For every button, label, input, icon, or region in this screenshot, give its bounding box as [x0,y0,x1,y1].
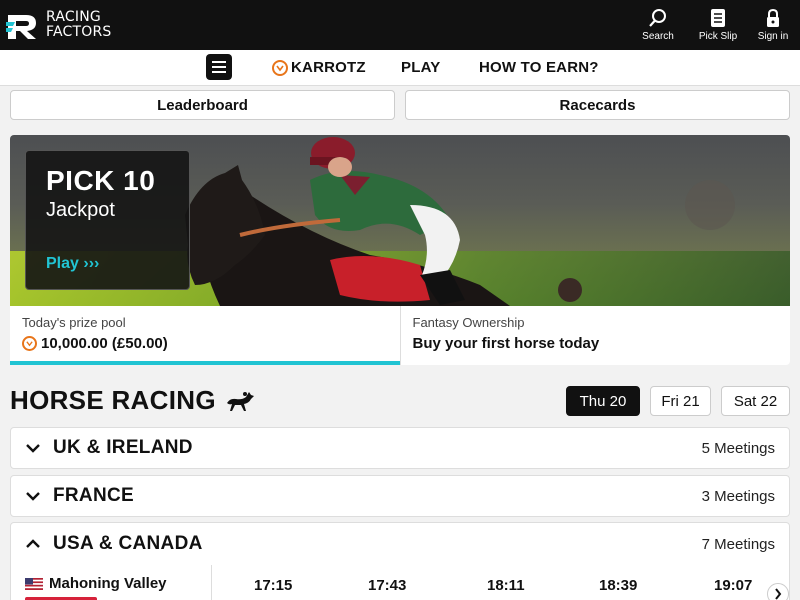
racecards-button[interactable]: Racecards [405,90,790,120]
region-name: FRANCE [53,485,134,506]
pick10-play-link[interactable]: Play ››› [46,255,99,273]
menu-bar [212,61,226,63]
chevron-down-icon [26,492,40,501]
race-time[interactable]: 18:39 [599,577,637,594]
meeting-row: Mahoning Valley 17:15 17:43 18:11 18:39 … [10,565,790,600]
scroll-right-button[interactable] [767,583,789,600]
meeting-name: Mahoning Valley [49,575,167,592]
region-name: UK & IRELAND [53,437,193,458]
chevron-down-icon [26,444,40,453]
prize-pool-row: Today's prize pool 10,000.00 (£50.00) Fa… [10,306,790,365]
pick-slip-button[interactable]: Pick Slip [690,0,746,50]
pick10-card[interactable]: PICK 10 Jackpot Play ››› [25,150,190,290]
search-button[interactable]: Search [626,0,690,50]
karrotz-link[interactable]: KARROTZ [272,59,366,76]
fantasy-ownership-label: Fantasy Ownership [412,315,525,330]
horse-racing-heading: HORSE RACING [10,385,256,416]
region-name: USA & CANADA [53,533,203,554]
search-icon [649,9,666,27]
menu-bar [212,66,226,68]
secondary-nav: KARROTZ PLAY HOW TO EARN? [0,50,800,86]
race-time[interactable]: 19:07 [714,577,752,594]
prize-pool-label: Today's prize pool [22,315,126,330]
divider [211,565,212,600]
top-nav: Search Pick Slip Sign in [626,0,800,50]
prize-progress-bar [10,361,400,365]
pick10-title: PICK 10 [46,165,156,196]
racehorse-icon [226,391,254,411]
us-flag-icon [25,577,43,590]
region-uk-ireland[interactable]: UK & IRELAND 5 Meetings [10,427,790,469]
prize-pool-cell[interactable]: Today's prize pool 10,000.00 (£50.00) [10,306,400,365]
region-meeting-count: 5 Meetings [701,439,775,457]
region-meeting-count: 3 Meetings [701,487,775,505]
fantasy-ownership-value: Buy your first horse today [412,335,600,352]
play-link[interactable]: PLAY [401,59,440,76]
fantasy-ownership-cell[interactable]: Fantasy Ownership Buy your first horse t… [399,306,791,365]
prize-pool-value: 10,000.00 (£50.00) [41,335,168,352]
how-to-earn-link[interactable]: HOW TO EARN? [479,59,599,76]
top-header: RACING FACTORS Search Pick Slip Sign in [0,0,800,50]
search-label: Search [642,31,674,42]
logo-mark-icon [6,15,36,39]
logo-line-2: FACTORS [46,24,112,40]
region-usa-canada[interactable]: USA & CANADA 7 Meetings [10,522,790,566]
chevron-right-icon [775,588,782,600]
pick10-hero-banner[interactable]: PICK 10 Jackpot Play ››› [10,135,790,306]
race-time[interactable]: 17:15 [254,577,292,594]
horse-racing-title: HORSE RACING [10,385,216,415]
karrotz-label: KARROTZ [291,59,366,76]
race-time[interactable]: 17:43 [368,577,406,594]
leaderboard-button[interactable]: Leaderboard [10,90,395,120]
logo[interactable]: RACING FACTORS [6,9,111,41]
prize-pool-value-row: 10,000.00 (£50.00) [22,335,388,352]
meeting-name-link[interactable]: Mahoning Valley [25,575,167,592]
chevron-up-icon [26,539,40,548]
day-tab-thu[interactable]: Thu 20 [566,386,640,416]
race-time[interactable]: 18:11 [487,577,525,594]
logo-line-1: RACING [46,9,101,25]
karrotz-coin-icon [272,59,288,76]
day-tab-fri[interactable]: Fri 21 [650,386,711,416]
lock-icon [767,8,779,27]
menu-bar [212,71,226,73]
region-meeting-count: 7 Meetings [701,535,775,553]
document-icon [711,9,725,27]
pick10-subtitle: Jackpot [46,199,115,221]
sign-in-button[interactable]: Sign in [746,0,800,50]
region-france[interactable]: FRANCE 3 Meetings [10,475,790,517]
karrotz-coin-icon [22,336,37,351]
day-tab-sat[interactable]: Sat 22 [721,386,790,416]
hamburger-menu-button[interactable] [206,54,232,80]
logo-text: RACING FACTORS [46,10,111,40]
pick-slip-label: Pick Slip [698,31,738,42]
sign-in-label: Sign in [757,31,789,42]
